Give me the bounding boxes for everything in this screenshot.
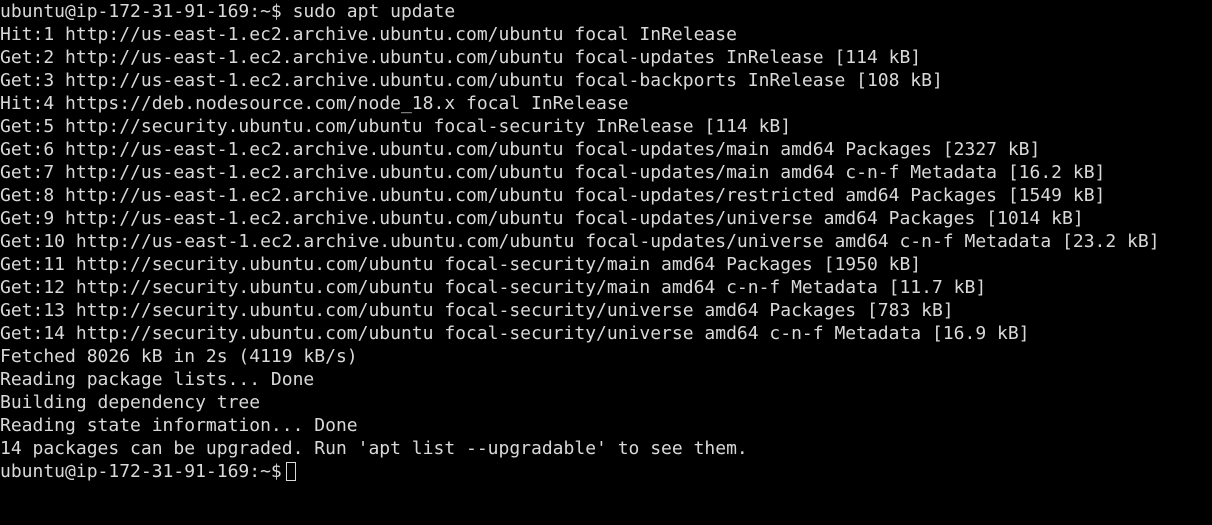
terminal-output-line: Get:9 http://us-east-1.ec2.archive.ubunt… <box>0 208 1084 229</box>
terminal-output-line: Hit:4 https://deb.nodesource.com/node_18… <box>0 93 629 114</box>
terminal-output-line: Reading package lists... Done <box>0 369 315 390</box>
terminal-output-line: Building dependency tree <box>0 392 261 413</box>
terminal-output-line: Fetched 8026 kB in 2s (4119 kB/s) <box>0 346 358 367</box>
terminal-prompt-line[interactable]: ubuntu@ip-172-31-91-169:~$ <box>0 460 1212 483</box>
terminal-output-line: Get:2 http://us-east-1.ec2.archive.ubunt… <box>0 47 922 68</box>
terminal-output-line: Get:12 http://security.ubuntu.com/ubuntu… <box>0 277 987 298</box>
terminal-output-line: Get:14 http://security.ubuntu.com/ubuntu… <box>0 323 1030 344</box>
terminal-output-line: Get:13 http://security.ubuntu.com/ubuntu… <box>0 300 954 321</box>
terminal-output-line: Get:6 http://us-east-1.ec2.archive.ubunt… <box>0 139 1041 160</box>
terminal-line-command: ubuntu@ip-172-31-91-169:~$ sudo apt upda… <box>0 1 456 22</box>
terminal-output-line: Get:7 http://us-east-1.ec2.archive.ubunt… <box>0 162 1106 183</box>
terminal-window[interactable]: ubuntu@ip-172-31-91-169:~$ sudo apt upda… <box>0 0 1212 525</box>
terminal-cursor[interactable] <box>285 462 296 481</box>
terminal-output-line: Hit:1 http://us-east-1.ec2.archive.ubunt… <box>0 24 737 45</box>
terminal-output-line: Get:3 http://us-east-1.ec2.archive.ubunt… <box>0 70 943 91</box>
terminal-output-line: Get:5 http://security.ubuntu.com/ubuntu … <box>0 116 792 137</box>
terminal-output-line: Get:11 http://security.ubuntu.com/ubuntu… <box>0 254 922 275</box>
terminal-output-line: Get:10 http://us-east-1.ec2.archive.ubun… <box>0 231 1160 252</box>
terminal-output-line: Get:8 http://us-east-1.ec2.archive.ubunt… <box>0 185 1106 206</box>
terminal-output-line: Reading state information... Done <box>0 415 358 436</box>
terminal-output-line: 14 packages can be upgraded. Run 'apt li… <box>0 438 748 459</box>
terminal-prompt: ubuntu@ip-172-31-91-169:~$ <box>0 461 282 482</box>
